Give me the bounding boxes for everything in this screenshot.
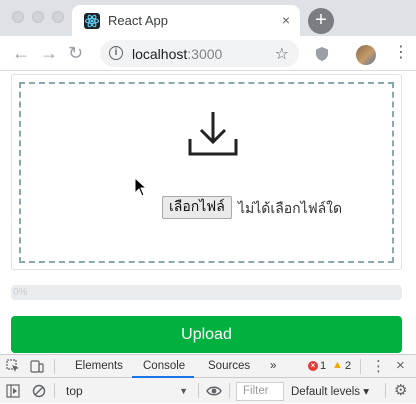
zoom-window-dot[interactable] [52, 11, 64, 23]
devtools-panel: Elements Console Sources » × 1 ▲ 2 ⋮ × t… [0, 354, 416, 403]
divider [198, 383, 199, 398]
inspect-element-icon[interactable] [6, 359, 20, 373]
active-tab-indicator [132, 376, 194, 378]
tab-title: React App [108, 13, 168, 28]
live-expression-eye-icon[interactable] [206, 385, 222, 397]
divider [385, 383, 386, 398]
browser-tab-strip: React App × + [0, 0, 416, 36]
reload-icon[interactable]: ↻ [68, 43, 83, 63]
profile-avatar[interactable] [356, 45, 376, 65]
more-tabs-icon[interactable]: » [270, 360, 276, 372]
mouse-cursor-icon [134, 177, 148, 197]
browser-toolbar: ← → ↻ i localhost:3000 ☆ ⋮ [0, 36, 416, 71]
file-dropzone[interactable]: เลือกไฟล์ ไม่ได้เลือกไฟล์ใด [19, 82, 394, 263]
console-filter-input[interactable]: Filter [236, 382, 284, 401]
divider [229, 383, 230, 398]
close-devtools-icon[interactable]: × [396, 357, 405, 374]
tab-console[interactable]: Console [143, 360, 185, 372]
show-sidebar-icon[interactable] [6, 384, 20, 398]
tab-elements[interactable]: Elements [75, 360, 123, 372]
context-select[interactable]: top ▼ [58, 382, 194, 401]
error-icon[interactable]: × [308, 361, 318, 371]
close-window-dot[interactable] [12, 11, 24, 23]
url-text: localhost:3000 [132, 46, 222, 62]
minimize-window-dot[interactable] [32, 11, 44, 23]
context-value: top [66, 384, 83, 398]
divider [54, 383, 55, 398]
no-file-chosen-text: ไม่ได้เลือกไฟล์ใด [238, 201, 343, 217]
back-arrow-icon[interactable]: ← [12, 43, 30, 63]
warning-icon[interactable]: ▲ [332, 359, 343, 371]
progress-label: 0% [13, 287, 28, 298]
device-toolbar-icon[interactable] [30, 359, 44, 373]
shield-extension-icon[interactable] [314, 46, 330, 62]
page-content: เลือกไฟล์ ไม่ได้เลือกไฟล์ใด 0% Upload [0, 71, 416, 354]
log-levels-dropdown[interactable]: Default levels ▾ [291, 384, 369, 398]
chevron-down-icon: ▼ [179, 386, 188, 396]
error-count[interactable]: 1 [320, 360, 326, 372]
site-info-icon[interactable]: i [109, 46, 123, 60]
download-icon [188, 112, 238, 156]
url-host: localhost [132, 46, 188, 62]
bookmark-star-icon[interactable]: ☆ [275, 44, 289, 64]
upload-card: เลือกไฟล์ ไม่ได้เลือกไฟล์ใด [11, 74, 402, 270]
warning-count[interactable]: 2 [345, 360, 351, 372]
tab-sources[interactable]: Sources [208, 360, 250, 372]
browser-menu-icon[interactable]: ⋮ [393, 44, 409, 62]
devtools-menu-icon[interactable]: ⋮ [371, 357, 386, 375]
divider [54, 359, 55, 374]
upload-progress-bar: 0% [11, 285, 402, 300]
react-logo-icon [84, 13, 100, 29]
gear-icon[interactable]: ⚙ [394, 383, 407, 399]
browser-tab-react-app[interactable]: React App × [72, 5, 300, 36]
upload-button[interactable]: Upload [11, 316, 402, 353]
console-toolbar: top ▼ Filter Default levels ▾ ⚙ [0, 379, 416, 404]
devtools-tab-bar: Elements Console Sources » × 1 ▲ 2 ⋮ × [0, 355, 416, 378]
address-bar[interactable]: i localhost:3000 ☆ [100, 40, 299, 67]
tab-close-icon[interactable]: × [282, 12, 290, 28]
forward-arrow-icon[interactable]: → [40, 43, 58, 63]
choose-file-button[interactable]: เลือกไฟล์ [162, 196, 232, 219]
clear-console-icon[interactable] [32, 384, 46, 398]
divider [360, 359, 361, 374]
new-tab-button[interactable]: + [308, 8, 334, 34]
url-port: :3000 [187, 46, 223, 62]
